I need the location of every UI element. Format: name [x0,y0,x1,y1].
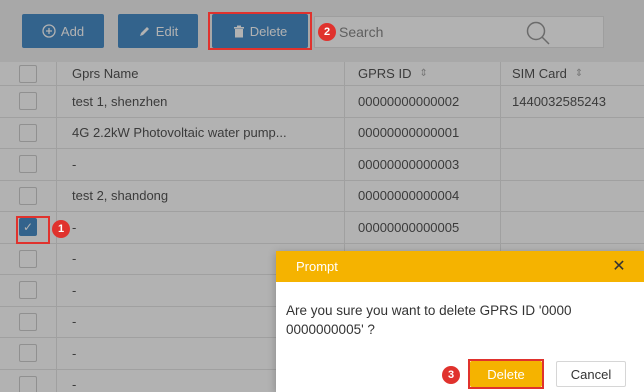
confirm-button-highlight [468,359,544,389]
dialog-title: Prompt [296,259,338,274]
delete-button-highlight [208,12,312,50]
step-badge-3: 3 [442,366,460,384]
close-icon[interactable]: ✕ [610,257,628,275]
checkbox-highlight [16,216,50,244]
step-badge-1: 1 [52,220,70,238]
confirm-dialog: Prompt ✕ Are you sure you want to delete… [276,251,644,392]
cancel-button[interactable]: Cancel [556,361,626,387]
dialog-message: Are you sure you want to delete GPRS ID … [286,303,572,337]
dialog-header: Prompt [276,251,644,282]
step-badge-2: 2 [318,23,336,41]
